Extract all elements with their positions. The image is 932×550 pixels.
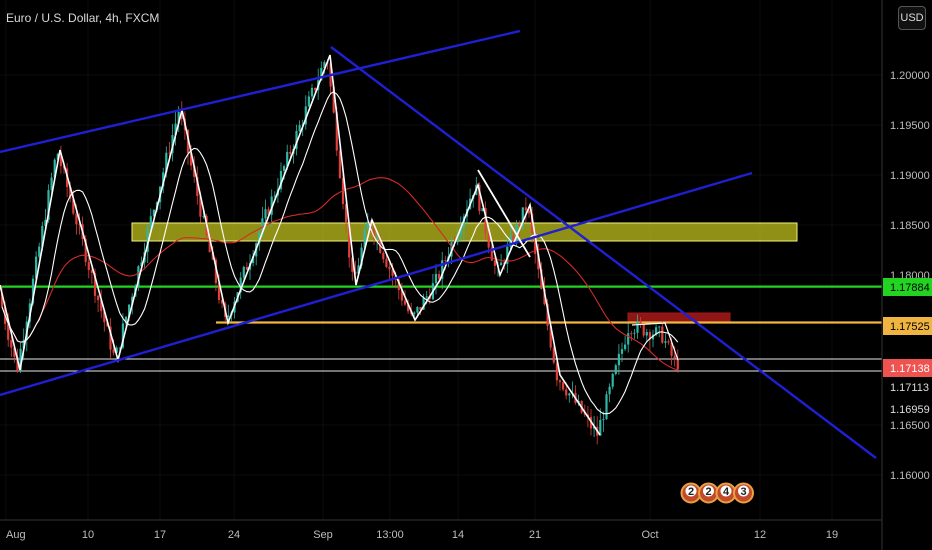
y-tick-label: 1.19000 — [890, 170, 930, 182]
candle-body — [620, 349, 624, 354]
candle-body — [97, 295, 100, 301]
resistance-zone-red — [627, 312, 731, 323]
candle-body — [289, 151, 292, 154]
candle-body — [645, 332, 648, 336]
event-count-label: 3 — [740, 486, 746, 498]
candle-body — [608, 386, 611, 395]
x-tick-label: 21 — [529, 529, 541, 541]
event-badge[interactable]: 2 — [680, 482, 702, 504]
candle-body — [562, 382, 565, 390]
candle-body — [444, 260, 447, 262]
event-badge[interactable]: 4 — [715, 482, 737, 504]
candle-body — [242, 266, 245, 278]
candle-body — [630, 333, 633, 335]
candle-body — [264, 209, 267, 219]
x-tick-label: Sep — [313, 529, 333, 541]
candle-body — [487, 233, 490, 248]
candle-body — [493, 260, 496, 266]
candle-body — [298, 124, 301, 131]
y-tick-label: 1.16500 — [890, 420, 930, 432]
candle-body — [310, 87, 314, 97]
candle-body — [388, 266, 391, 270]
candle-body — [611, 373, 614, 387]
candle-body — [568, 393, 571, 396]
candle-body — [314, 87, 317, 91]
x-tick-label: 14 — [452, 529, 464, 541]
candle-body — [602, 419, 605, 421]
candle-body — [416, 307, 419, 313]
candle-body — [614, 365, 617, 374]
candle-body — [425, 296, 428, 298]
event-badge[interactable]: 3 — [733, 482, 754, 504]
candle-body — [434, 273, 438, 284]
candle-body — [438, 273, 441, 279]
event-count-label: 2 — [688, 486, 694, 498]
candle-body — [524, 207, 527, 211]
candle-body — [558, 380, 562, 383]
y-tick-label: 1.16000 — [890, 470, 930, 482]
event-count-label: 2 — [705, 486, 711, 498]
x-tick-label: Oct — [641, 529, 658, 541]
price-chart[interactable]: 2243 1.200001.195001.190001.185001.18000… — [0, 0, 932, 550]
y-tick-label: 1.20000 — [890, 70, 930, 82]
candle-body — [605, 394, 608, 420]
candle-body — [627, 333, 630, 345]
x-tick-label: 24 — [228, 529, 240, 541]
candle-body — [376, 238, 379, 240]
candle-body — [664, 341, 667, 343]
candle-body — [87, 261, 90, 271]
candle-body — [10, 339, 13, 348]
candle-body — [385, 259, 388, 267]
x-tick-label: Aug — [6, 529, 26, 541]
candle-body — [500, 262, 503, 266]
price-label: 1.16959 — [890, 404, 930, 416]
candle-body — [617, 353, 620, 366]
candle-body — [661, 326, 664, 343]
price-label: 1.17113 — [890, 382, 929, 394]
x-tick-label: 17 — [154, 529, 166, 541]
symbol-title: Euro / U.S. Dollar, 4h, FXCM — [6, 11, 159, 25]
y-tick-label: 1.19500 — [890, 120, 930, 132]
x-tick-label: 10 — [82, 529, 94, 541]
candle-body — [403, 300, 407, 305]
currency-button[interactable]: USD — [898, 6, 926, 30]
candle-body — [636, 321, 639, 333]
candle-body — [227, 315, 230, 317]
y-tick-label: 1.18500 — [890, 220, 930, 232]
candle-body — [673, 355, 676, 359]
candle-body — [112, 349, 115, 353]
candle-body — [307, 96, 310, 107]
candle-body — [38, 246, 41, 257]
candle-body — [624, 344, 627, 350]
x-tick-label: 13:00 — [376, 529, 404, 541]
x-tick-label: 12 — [754, 529, 766, 541]
candle-body — [413, 312, 416, 314]
candle-body — [642, 324, 645, 336]
candle-body — [382, 252, 385, 260]
candle-body — [565, 389, 568, 396]
candle-body — [667, 341, 670, 343]
x-tick-label: 19 — [826, 529, 838, 541]
candle-body — [658, 326, 661, 328]
candle-body — [75, 213, 78, 225]
event-count-label: 4 — [723, 486, 730, 498]
price-label: 1.17525 — [890, 321, 930, 333]
price-label: 1.17884 — [890, 282, 930, 294]
price-label: 1.17138 — [890, 363, 930, 375]
event-badge[interactable]: 2 — [698, 482, 719, 504]
candle-body — [283, 166, 286, 171]
candle-body — [633, 332, 636, 334]
